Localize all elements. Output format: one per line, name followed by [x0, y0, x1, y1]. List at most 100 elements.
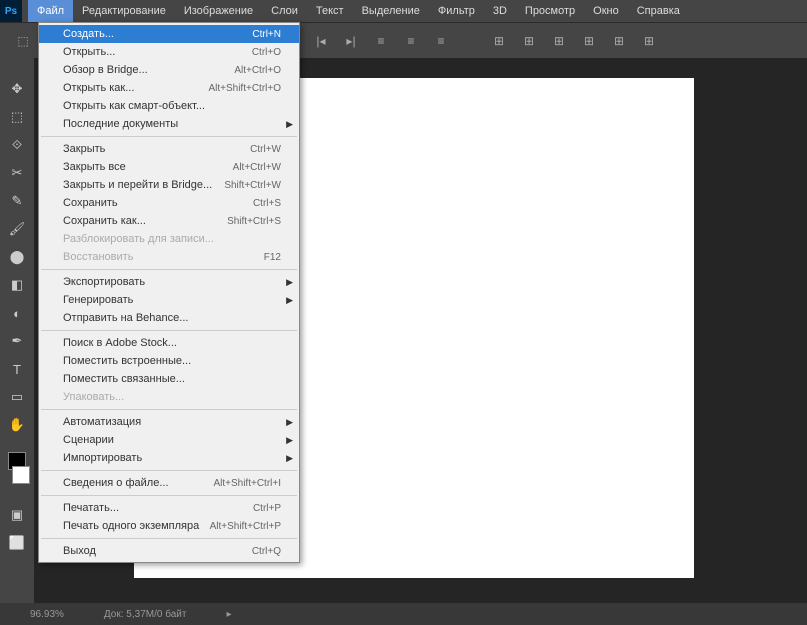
menu-item-label: Сведения о файле... — [63, 477, 169, 489]
option-icon[interactable]: ≡ — [400, 30, 422, 52]
lasso-tool-icon[interactable]: ⟐ — [6, 134, 28, 156]
option-icon[interactable]: ≡ — [370, 30, 392, 52]
menu-shortcut: F12 — [264, 252, 281, 263]
background-color[interactable] — [12, 466, 30, 484]
menu-item-label: Автоматизация — [63, 416, 141, 428]
menu-item[interactable]: Отправить на Behance... — [39, 309, 299, 327]
menu-item[interactable]: Сведения о файле... Alt+Shift+Ctrl+I — [39, 474, 299, 492]
text-tool-icon[interactable]: T — [6, 358, 28, 380]
brush-tool-icon[interactable]: 🖌 — [6, 218, 28, 240]
menu-separator — [41, 330, 297, 331]
menu-item-label: Печать одного экземпляра — [63, 520, 199, 532]
menu-shortcut: Ctrl+O — [252, 47, 281, 58]
menubar: Ps Файл Редактирование Изображение Слои … — [0, 0, 807, 22]
menu-item[interactable]: Поместить связанные... — [39, 370, 299, 388]
option-icon[interactable]: ⊞ — [638, 30, 660, 52]
doc-size: Док: 5,37M/0 байт — [104, 609, 187, 620]
menu-item[interactable]: Сценарии▶ — [39, 431, 299, 449]
option-icon[interactable]: ⊞ — [518, 30, 540, 52]
zoom-level: 96.93% — [30, 609, 64, 620]
option-icon[interactable]: ⊞ — [578, 30, 600, 52]
menu-item-label: Открыть... — [63, 46, 115, 58]
menu-item[interactable]: Закрыть и перейти в Bridge...Shift+Ctrl+… — [39, 176, 299, 194]
menu-shortcut: Alt+Ctrl+O — [234, 65, 281, 76]
hand-tool-icon[interactable]: ✋ — [6, 414, 28, 436]
option-icon[interactable]: ⊞ — [488, 30, 510, 52]
menu-item[interactable]: Закрыть всеAlt+Ctrl+W — [39, 158, 299, 176]
menu-item-label: Упаковать... — [63, 391, 124, 403]
menu-item-label: Генерировать — [63, 294, 133, 306]
menu-item[interactable]: Открыть как...Alt+Shift+Ctrl+O — [39, 79, 299, 97]
menu-item-label: Последние документы — [63, 118, 178, 130]
menu-item[interactable]: Генерировать ▶ — [39, 291, 299, 309]
menu-item[interactable]: Экспортировать ▶ — [39, 273, 299, 291]
menu-file[interactable]: Файл — [28, 0, 73, 22]
menu-item-label: Печатать... — [63, 502, 119, 514]
menu-filter[interactable]: Фильтр — [429, 0, 484, 22]
menu-item-label: Обзор в Bridge... — [63, 64, 148, 76]
menu-item: Разблокировать для записи... — [39, 230, 299, 248]
menu-shortcut: Ctrl+Q — [252, 546, 281, 557]
menu-shortcut: Ctrl+S — [253, 198, 281, 209]
menu-separator — [41, 495, 297, 496]
menu-shortcut: Ctrl+W — [250, 144, 281, 155]
menu-item-label: Сохранить как... — [63, 215, 146, 227]
option-icon[interactable]: ⊞ — [608, 30, 630, 52]
option-icon[interactable]: ▸| — [340, 30, 362, 52]
menu-image[interactable]: Изображение — [175, 0, 262, 22]
eyedropper-tool-icon[interactable]: ✎ — [6, 190, 28, 212]
file-dropdown-menu: Создать...Ctrl+N Открыть... Ctrl+O Обзор в … — [38, 22, 300, 563]
menu-item[interactable]: Поместить встроенные... — [39, 352, 299, 370]
option-icon[interactable]: |◂ — [310, 30, 332, 52]
menu-item[interactable]: ЗакрытьCtrl+W — [39, 140, 299, 158]
screenmode-icon[interactable]: ⬜ — [6, 532, 28, 554]
stamp-tool-icon[interactable]: ⬤ — [6, 246, 28, 268]
gradient-tool-icon[interactable]: ◐ — [6, 302, 28, 324]
shape-tool-icon[interactable]: ▭ — [6, 386, 28, 408]
menu-help[interactable]: Справка — [628, 0, 689, 22]
menu-view[interactable]: Просмотр — [516, 0, 584, 22]
eraser-tool-icon[interactable]: ◧ — [6, 274, 28, 296]
menu-item[interactable]: Автоматизация▶ — [39, 413, 299, 431]
quickmask-icon[interactable]: ▣ — [6, 504, 28, 526]
submenu-arrow-icon: ▶ — [286, 435, 293, 446]
pen-tool-icon[interactable]: ✒ — [6, 330, 28, 352]
menu-item-label: Поместить связанные... — [63, 373, 185, 385]
menu-item-label: Разблокировать для записи... — [63, 233, 214, 245]
status-arrow-icon[interactable]: ▸ — [226, 609, 231, 620]
app-logo: Ps — [0, 0, 22, 22]
menu-item[interactable]: Печать одного экземпляраAlt+Shift+Ctrl+P — [39, 517, 299, 535]
move-tool-icon[interactable]: ✥ — [6, 78, 28, 100]
menu-item[interactable]: Открыть... Ctrl+O — [39, 43, 299, 61]
menu-item-label: Восстановить — [63, 251, 133, 263]
menu-item[interactable]: Поиск в Adobe Stock... — [39, 334, 299, 352]
menu-item-label: Выход — [63, 545, 96, 557]
menu-item[interactable]: Выход Ctrl+Q — [39, 542, 299, 560]
menu-item-label: Поиск в Adobe Stock... — [63, 337, 177, 349]
menu-edit[interactable]: Редактирование — [73, 0, 175, 22]
menu-window[interactable]: Окно — [584, 0, 628, 22]
menu-item-label: Экспортировать — [63, 276, 145, 288]
option-icon[interactable]: ⊞ — [548, 30, 570, 52]
menu-item[interactable]: Импортировать▶ — [39, 449, 299, 467]
menu-item-label: Создать... — [63, 28, 114, 40]
menu-item[interactable]: Печатать... Ctrl+P — [39, 499, 299, 517]
option-icon[interactable]: ≡ — [430, 30, 452, 52]
menu-text[interactable]: Текст — [307, 0, 353, 22]
crop-tool-icon[interactable]: ✂ — [6, 162, 28, 184]
menu-item[interactable]: Сохранить как...Shift+Ctrl+S — [39, 212, 299, 230]
marquee-tool-icon[interactable]: ⬚ — [6, 106, 28, 128]
menu-shortcut: Ctrl+P — [253, 503, 281, 514]
submenu-arrow-icon: ▶ — [286, 295, 293, 306]
menu-item[interactable]: Создать...Ctrl+N — [39, 25, 299, 43]
menu-item[interactable]: Последние документы▶ — [39, 115, 299, 133]
submenu-arrow-icon: ▶ — [286, 277, 293, 288]
menu-shortcut: Alt+Shift+Ctrl+I — [213, 478, 281, 489]
menu-3d[interactable]: 3D — [484, 0, 516, 22]
option-icon[interactable]: ⬚ — [12, 30, 34, 52]
menu-item[interactable]: Обзор в Bridge... Alt+Ctrl+O — [39, 61, 299, 79]
menu-item[interactable]: СохранитьCtrl+S — [39, 194, 299, 212]
menu-select[interactable]: Выделение — [353, 0, 429, 22]
menu-layer[interactable]: Слои — [262, 0, 307, 22]
menu-item[interactable]: Открыть как смарт-объект... — [39, 97, 299, 115]
